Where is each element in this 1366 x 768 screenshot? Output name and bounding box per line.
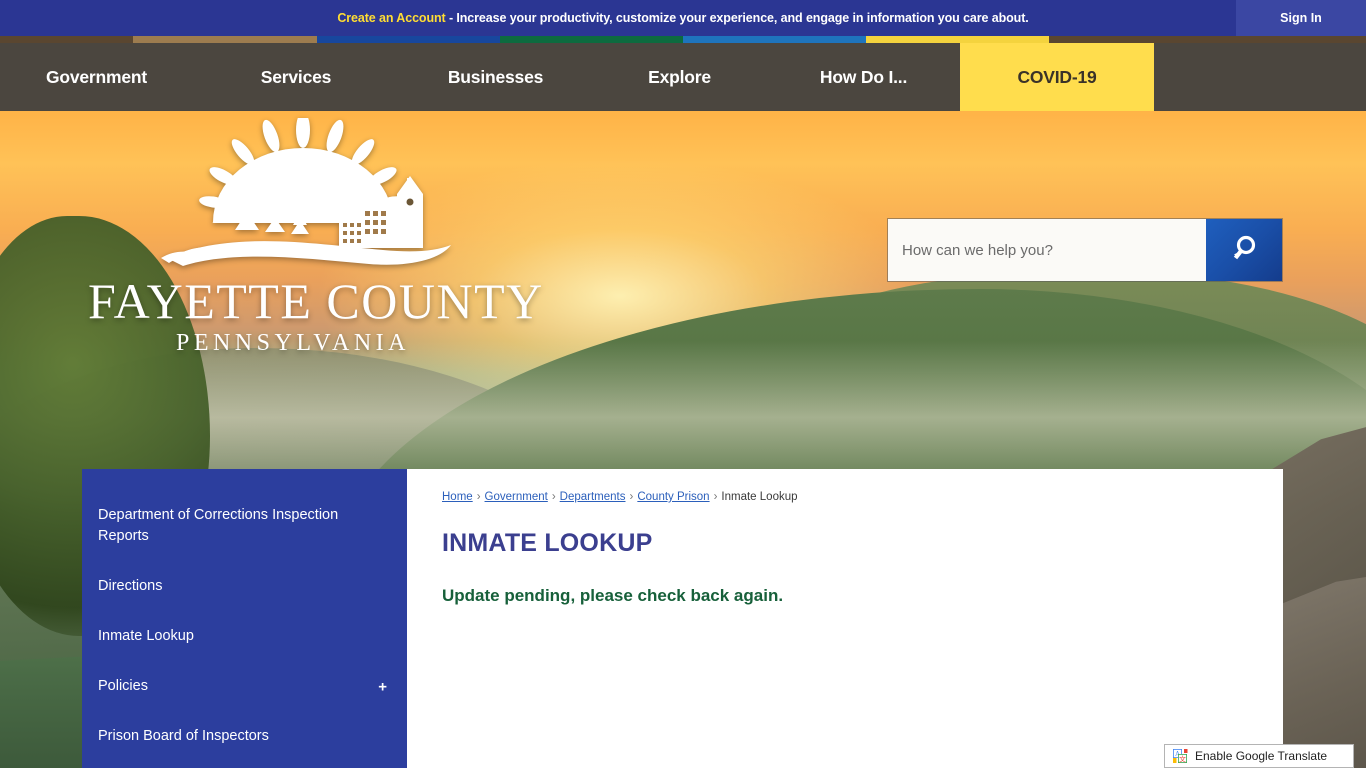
breadcrumb-item-government[interactable]: Government	[485, 491, 548, 503]
breadcrumb-item-inmate-lookup: Inmate Lookup	[721, 491, 798, 503]
page-title: INMATE LOOKUP	[442, 529, 653, 557]
create-account-message-text: - Increase your productivity, customize …	[445, 11, 1029, 25]
search-input[interactable]	[888, 219, 1206, 281]
sidebar-item-label: Inmate Lookup	[98, 628, 194, 644]
logo-subtitle: PENNSYLVANIA	[175, 330, 411, 356]
logo-title: FAYETTE COUNTY	[88, 273, 544, 329]
search-button[interactable]	[1206, 219, 1282, 281]
sidebar-item-directions[interactable]: Directions	[98, 566, 389, 607]
svg-text:文: 文	[1179, 754, 1186, 763]
nav-item-businesses[interactable]: Businesses	[399, 43, 592, 111]
enable-google-translate-button[interactable]: A 文 Enable Google Translate	[1164, 744, 1354, 768]
sign-in-button[interactable]: Sign In	[1236, 0, 1366, 36]
site-logo[interactable]: FAYETTE COUNTY PENNSYLVANIA	[88, 112, 544, 368]
create-account-link[interactable]: Create an Account	[337, 11, 445, 25]
accent-strip-segment-green	[500, 36, 683, 43]
nav-item-services[interactable]: Services	[193, 43, 399, 111]
accent-strip-segment-tan	[133, 36, 317, 43]
sidebar-item-policies[interactable]: Policies +	[98, 666, 389, 707]
nav-item-how-do-i[interactable]: How Do I...	[767, 43, 960, 111]
sidebar-item-label: Department of Corrections Inspection Rep…	[98, 507, 339, 544]
breadcrumb-separator: ›	[551, 491, 556, 503]
sidebar-expand-icon[interactable]: +	[378, 676, 387, 697]
site-search	[888, 219, 1282, 281]
nav-item-government[interactable]: Government	[0, 43, 193, 111]
sidebar-item-department-of-corrections-inspection-reports[interactable]: Department of Corrections Inspection Rep…	[98, 495, 389, 557]
accent-strip-segment-brown-dark	[0, 36, 133, 43]
accent-strip-segment-blue-light	[683, 36, 866, 43]
sidebar-item-prison-board-of-inspectors[interactable]: Prison Board of Inspectors	[98, 716, 389, 757]
breadcrumb-item-county-prison[interactable]: County Prison	[637, 491, 709, 503]
breadcrumb: Home › Government › Departments › County Priso…	[442, 491, 1253, 503]
main-content-column: Home › Government › Departments › County Priso…	[407, 469, 1283, 768]
accent-strip-segment-blue-dark	[317, 36, 500, 43]
sidebar-item-label: Directions	[98, 578, 163, 594]
accent-strip-segment-yellow	[866, 36, 1049, 43]
create-account-message: Create an Account - Increase your produc…	[337, 11, 1028, 25]
sidebar-item-label: Prison Board of Inspectors	[98, 728, 269, 744]
content-card: Department of Corrections Inspection Rep…	[82, 469, 1283, 768]
fayette-county-seal-icon	[143, 112, 463, 278]
breadcrumb-item-departments[interactable]: Departments	[560, 491, 626, 503]
search-icon	[1229, 234, 1259, 267]
accent-color-strip	[0, 36, 1366, 43]
page-body-text: Update pending, please check back again.	[442, 586, 784, 605]
section-sidebar-navigation: Department of Corrections Inspection Rep…	[82, 469, 407, 768]
breadcrumb-separator: ›	[476, 491, 481, 503]
sidebar-item-label: Policies	[98, 678, 148, 694]
enable-google-translate-label: Enable Google Translate	[1195, 749, 1328, 763]
accent-strip-segment-brown-dark-2	[1049, 36, 1366, 43]
breadcrumb-separator: ›	[713, 491, 718, 503]
google-translate-icon: A 文	[1173, 748, 1188, 764]
breadcrumb-item-home[interactable]: Home	[442, 491, 473, 503]
breadcrumb-separator: ›	[629, 491, 634, 503]
top-utility-bar: Create an Account - Increase your produc…	[0, 0, 1366, 36]
sidebar-item-inmate-lookup[interactable]: Inmate Lookup	[98, 616, 389, 657]
nav-item-explore[interactable]: Explore	[592, 43, 767, 111]
nav-item-covid-19[interactable]: COVID-19	[960, 43, 1154, 111]
main-navigation: Government Services Businesses Explore How D…	[0, 43, 1366, 111]
